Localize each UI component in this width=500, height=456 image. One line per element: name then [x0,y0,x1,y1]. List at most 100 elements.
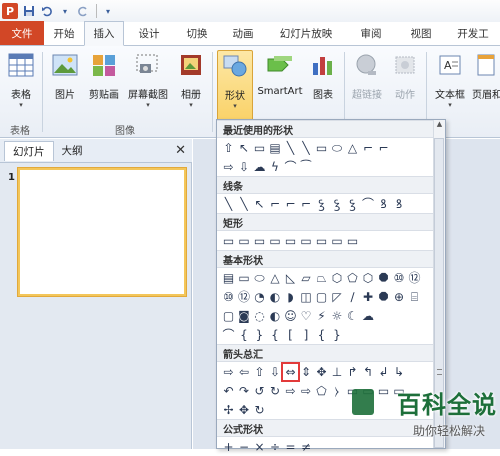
shape-icon[interactable]: ⚡ [314,308,329,324]
album-button[interactable]: 相册 ▾ [174,50,208,109]
shape-icon[interactable]: ╲ [221,196,236,212]
shape-icon[interactable]: { [314,327,329,343]
shape-icon[interactable]: ◸ [330,289,345,305]
tab-review[interactable]: 审阅 [346,21,396,45]
shape-icon[interactable]: ▭ [330,233,345,249]
shape-icon[interactable]: ⌐ [361,140,376,156]
shape-icon[interactable]: × [252,439,267,455]
undo-icon[interactable] [40,4,54,18]
shape-icon[interactable]: = [283,439,298,455]
tab-animations[interactable]: 动画 [220,21,266,45]
shape-icon[interactable]: ⌐ [299,196,314,212]
shape-icon[interactable]: ꝸ [376,196,391,212]
shape-icon[interactable]: ↖ [237,140,252,156]
shape-icon[interactable]: ✥ [314,364,329,380]
customize-icon[interactable]: ▾ [101,4,115,18]
shape-icon[interactable]: ] [299,327,314,343]
shape-icon[interactable]: ⇨ [299,383,314,399]
shape-icon[interactable]: ⌒ [221,327,236,343]
textbox-button[interactable]: A 文本框 ▾ [430,50,470,109]
shape-icon[interactable]: ☼ [330,308,345,324]
shape-icon[interactable]: ↲ [376,364,391,380]
shape-icon[interactable]: ▭ [237,270,252,286]
shape-icon[interactable]: ⌐ [376,140,391,156]
shape-icon[interactable]: ♡ [299,308,314,324]
shape-icon[interactable]: ▭ [237,233,252,249]
shape-icon[interactable]: + [221,439,236,455]
shape-icon[interactable]: ↻ [268,383,283,399]
shape-icon[interactable]: ⊥ [330,364,345,380]
shape-icon[interactable]: ⇨ [221,364,236,380]
close-icon[interactable]: ✕ [175,143,186,158]
shape-icon[interactable]: ⌐ [268,196,283,212]
shape-icon[interactable]: ↷ [237,383,252,399]
shape-icon[interactable]: ◐ [268,289,283,305]
smartart-button[interactable]: SmartArt [255,50,305,97]
shape-icon[interactable]: ⬭ [252,270,267,286]
shape-icon[interactable]: ⑫ [237,289,252,305]
shape-icon[interactable]: ↺ [252,383,267,399]
shape-icon[interactable]: ▭ [283,233,298,249]
shape-icon[interactable]: [ [283,327,298,343]
shape-icon[interactable]: { [268,327,283,343]
shape-icon[interactable]: ⇨ [221,159,236,175]
shape-icon[interactable]: ↰ [361,364,376,380]
shape-icon[interactable]: ⇧ [221,140,236,156]
shape-icon[interactable]: ▭ [314,140,329,156]
shape-icon[interactable]: ▢ [221,308,236,324]
shape-icon[interactable]: ⑩ [392,270,407,286]
shape-icon[interactable]: ╲ [283,140,298,156]
shape-icon[interactable]: ꝸ [392,196,407,212]
shape-icon[interactable]: ⯃ [376,270,391,286]
shape-icon[interactable]: ⑫ [407,270,422,286]
screenshot-button[interactable]: 屏幕截图 ▾ [126,50,170,109]
shape-icon[interactable]: ◔ [252,289,267,305]
shape-icon[interactable]: { [237,327,252,343]
shape-icon[interactable]: ↳ [392,364,407,380]
shape-icon[interactable]: ∕ [345,289,360,305]
shape-icon[interactable]: ≠ [299,439,314,455]
shape-icon[interactable]: ⇦ [237,364,252,380]
shape-icon[interactable]: ▤ [268,140,283,156]
shape-icon[interactable]: ☁ [252,159,267,175]
shape-icon[interactable]: ↱ [345,364,360,380]
shape-icon[interactable]: ꝣ [314,196,329,212]
scroll-up-icon[interactable]: ▲ [434,120,445,132]
shape-icon[interactable]: ↖ [252,196,267,212]
powerpoint-logo-icon[interactable]: P [2,3,18,19]
shape-icon[interactable]: ◐ [268,308,283,324]
shape-icon[interactable]: ▤ [221,270,236,286]
header-footer-button[interactable]: 页眉和 [470,50,500,101]
shape-icon[interactable]: ╲ [299,140,314,156]
shape-icon[interactable]: ▭ [252,140,267,156]
shape-icon[interactable]: ☁ [361,308,376,324]
shape-icon[interactable]: ✚ [361,289,376,305]
shape-icon[interactable]: ▭ [299,233,314,249]
shape-icon[interactable]: ◫ [299,289,314,305]
shape-icon[interactable]: ϟ [268,159,283,175]
shape-icon[interactable]: ⑩ [221,289,236,305]
shape-icon[interactable]: ⬭ [330,140,345,156]
shape-icon[interactable]: ⬡ [361,270,376,286]
shape-icon[interactable]: △ [268,270,283,286]
dropdown-icon[interactable]: ▾ [58,4,72,18]
picture-button[interactable]: 图片 [48,50,82,101]
shape-icon[interactable]: ▱ [299,270,314,286]
shape-icon[interactable]: ⇕ [299,364,314,380]
shape-icon[interactable]: ⇩ [237,159,252,175]
shape-icon[interactable]: △ [345,140,360,156]
left-right-arrow-icon[interactable]: ⇔ [281,361,300,382]
shape-icon[interactable]: } [252,327,267,343]
shape-icon[interactable]: ▭ [268,233,283,249]
shape-icon[interactable]: ◗ [283,289,298,305]
shape-icon[interactable]: ⬡ [330,270,345,286]
shape-icon[interactable]: ✥ [237,402,252,418]
tab-outline[interactable]: 大纲 [54,141,91,161]
shape-icon[interactable]: ↶ [221,383,236,399]
shape-icon[interactable]: ◙ [237,308,252,324]
shape-icon[interactable]: ⊕ [392,289,407,305]
shape-icon[interactable]: ⇧ [252,364,267,380]
tab-home[interactable]: 开始 [44,21,84,45]
shape-icon[interactable]: ⯃ [376,289,391,305]
tab-file[interactable]: 文件 [0,21,44,45]
